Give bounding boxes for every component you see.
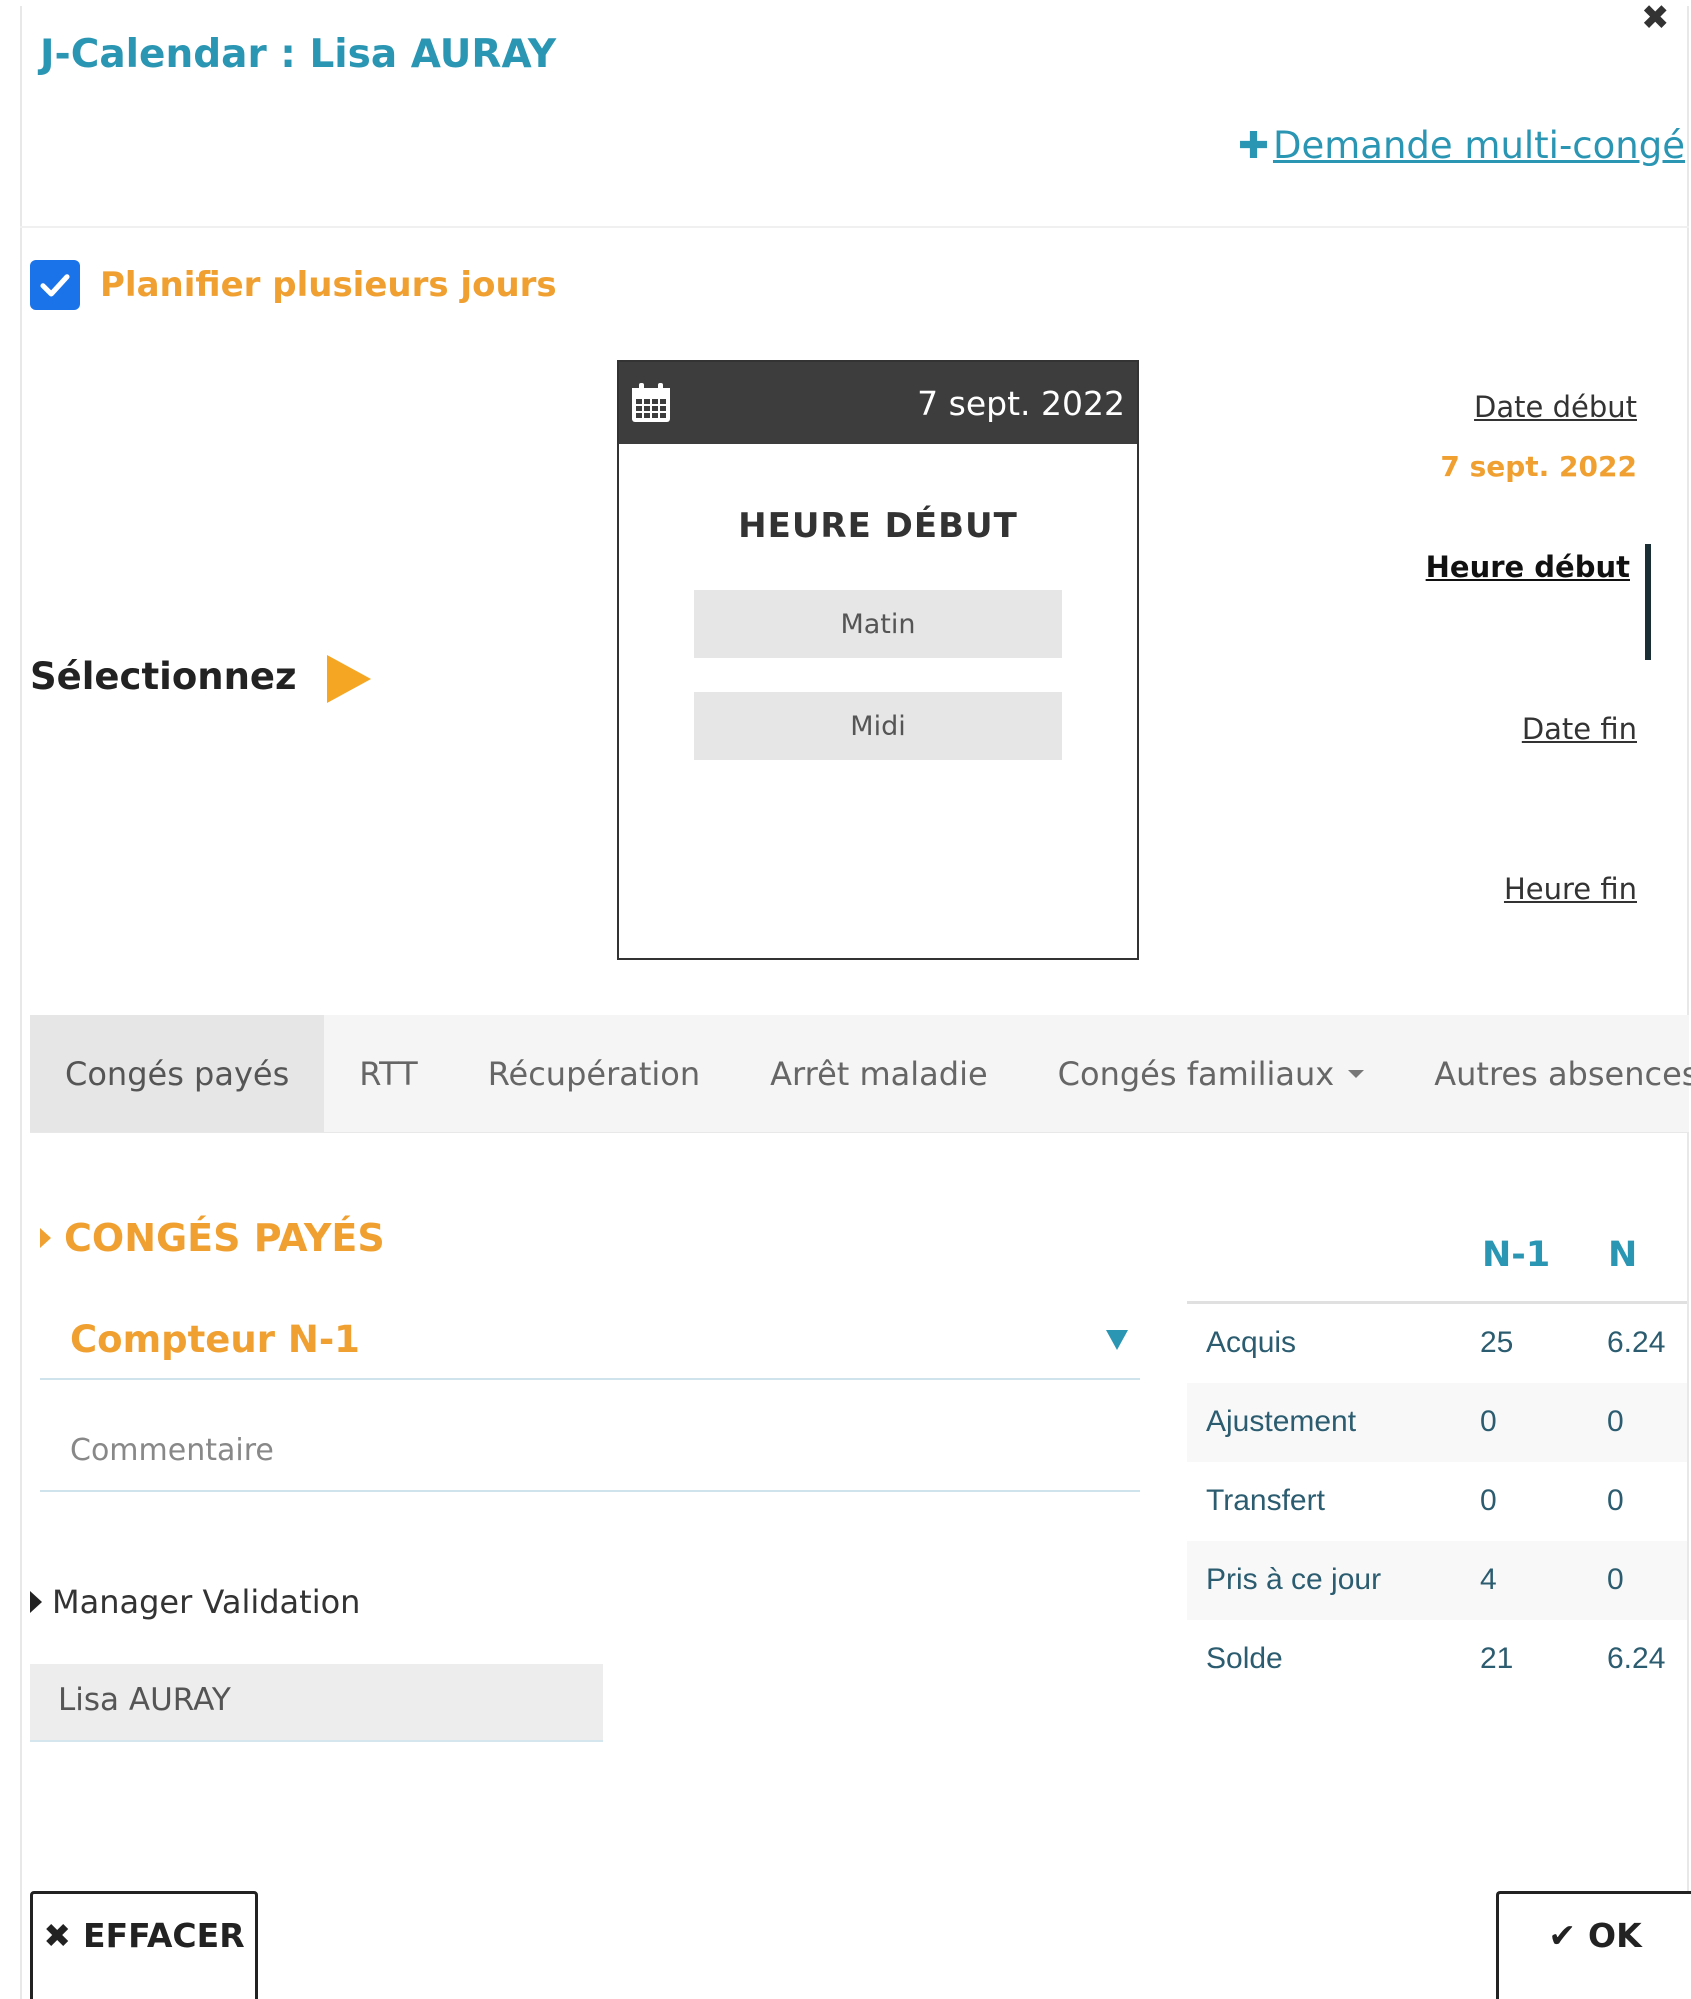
active-step-indicator: [1645, 544, 1651, 660]
select-prompt: Sélectionnez: [30, 655, 297, 698]
manager-name-field: Lisa AURAY: [30, 1664, 603, 1742]
row-value-n-1: 21: [1480, 1642, 1514, 1675]
picker-title: HEURE DÉBUT: [738, 506, 1018, 546]
morning-button[interactable]: Matin: [694, 590, 1062, 658]
table-row: Pris à ce jour 4 0: [1187, 1541, 1687, 1620]
plus-icon: ✚: [1237, 124, 1269, 167]
counter-select-value: Compteur N-1: [70, 1318, 360, 1361]
row-value-n-1: 25: [1480, 1326, 1514, 1359]
manager-validation-title: Manager Validation: [52, 1583, 361, 1621]
tab-label: RTT: [359, 1054, 418, 1093]
tab-label: Arrêt maladie: [770, 1054, 988, 1093]
dropdown-arrow-icon: [1106, 1330, 1128, 1350]
column-header-n: N: [1608, 1235, 1638, 1275]
tab-conges-familiaux[interactable]: Congés familiaux: [1023, 1015, 1400, 1132]
step-start-time[interactable]: Heure début: [1426, 550, 1630, 584]
manager-validation-heading[interactable]: Manager Validation: [30, 1583, 360, 1621]
checkmark-icon: [40, 274, 70, 297]
check-icon: ✔: [1548, 1915, 1577, 1955]
play-arrow-icon: [327, 655, 371, 703]
column-header-n-1: N-1: [1482, 1235, 1551, 1275]
clear-button-label: EFFACER: [83, 1915, 245, 1955]
leave-section-heading[interactable]: CONGÉS PAYÉS: [40, 1216, 385, 1260]
ok-button-label: OK: [1588, 1915, 1642, 1955]
tab-label: Congés payés: [65, 1054, 290, 1093]
calendar-icon[interactable]: [629, 381, 673, 425]
tab-label: Récupération: [487, 1054, 701, 1093]
plan-multiple-days[interactable]: Planifier plusieurs jours: [30, 260, 557, 310]
step-end-date[interactable]: Date fin: [1522, 712, 1637, 746]
close-icon: ✖: [43, 1915, 72, 1955]
comment-input[interactable]: [40, 1410, 1140, 1492]
row-value-n: 6.24: [1607, 1642, 1666, 1675]
tab-label: Congés familiaux: [1057, 1054, 1335, 1093]
row-label: Acquis: [1206, 1326, 1297, 1359]
step-start-date-value: 7 sept. 2022: [1440, 450, 1637, 483]
time-picker-header: 7 sept. 2022: [619, 362, 1137, 444]
row-value-n-1: 4: [1480, 1563, 1497, 1596]
row-value-n: 0: [1607, 1484, 1624, 1517]
counter-select[interactable]: Compteur N-1: [40, 1300, 1140, 1380]
row-value-n: 6.24: [1607, 1326, 1666, 1359]
tab-conges-payes[interactable]: Congés payés: [30, 1015, 325, 1132]
multi-leave-request-link[interactable]: ✚ Demande multi-congé: [1238, 124, 1685, 167]
time-picker: 7 sept. 2022 HEURE DÉBUT Matin Midi: [617, 360, 1139, 960]
tab-arret-maladie[interactable]: Arrêt maladie: [735, 1015, 1023, 1132]
close-icon[interactable]: ✖: [1641, 0, 1670, 36]
row-label: Pris à ce jour: [1206, 1563, 1382, 1596]
leave-section-title: CONGÉS PAYÉS: [64, 1216, 385, 1260]
row-label: Solde: [1206, 1642, 1283, 1675]
row-label: Ajustement: [1206, 1405, 1357, 1438]
table-row: Ajustement 0 0: [1187, 1383, 1687, 1462]
tab-autres-absences[interactable]: Autres absences: [1399, 1015, 1691, 1132]
header-divider: [20, 226, 1689, 228]
caret-right-icon: [40, 1228, 51, 1248]
row-label: Transfert: [1206, 1484, 1325, 1517]
step-start-date[interactable]: Date début: [1474, 390, 1637, 424]
plan-multiple-days-checkbox[interactable]: [30, 260, 80, 310]
noon-button[interactable]: Midi: [694, 692, 1062, 760]
page-title: J-Calendar : Lisa AURAY: [40, 32, 557, 77]
table-row: Acquis 25 6.24: [1187, 1304, 1687, 1383]
step-end-time[interactable]: Heure fin: [1504, 872, 1637, 906]
row-value-n: 0: [1607, 1563, 1624, 1596]
clear-button[interactable]: ✖ EFFACER: [30, 1891, 258, 1999]
row-value-n: 0: [1607, 1405, 1624, 1438]
row-value-n-1: 0: [1480, 1484, 1497, 1517]
leave-type-tabs: Congés payés RTT Récupération Arrêt mala…: [30, 1015, 1691, 1133]
picker-date: 7 sept. 2022: [917, 383, 1125, 423]
multi-leave-request-label: Demande multi-congé: [1272, 124, 1685, 167]
tab-recuperation[interactable]: Récupération: [453, 1015, 735, 1132]
tab-rtt[interactable]: RTT: [324, 1015, 452, 1132]
table-row: Solde 21 6.24: [1187, 1620, 1687, 1699]
caret-down-icon: [1348, 1069, 1365, 1078]
tab-label: Autres absences: [1434, 1054, 1691, 1093]
caret-right-icon: [30, 1591, 42, 1613]
ok-button[interactable]: ✔ OK: [1496, 1891, 1691, 1999]
table-row: Transfert 0 0: [1187, 1462, 1687, 1541]
row-value-n-1: 0: [1480, 1405, 1497, 1438]
plan-multiple-days-label: Planifier plusieurs jours: [100, 265, 557, 305]
